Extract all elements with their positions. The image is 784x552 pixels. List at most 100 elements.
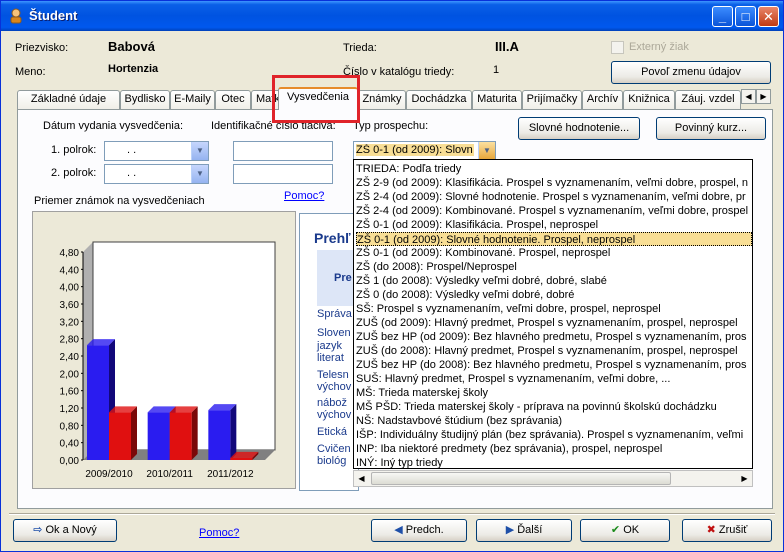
chevron-down-icon[interactable]: ▼: [191, 142, 208, 160]
scrollbar-thumb[interactable]: [371, 472, 671, 485]
dalsi-button[interactable]: ▶ Ďalší: [476, 519, 572, 542]
dropdown-option[interactable]: INÝ: Iný typ triedy: [356, 456, 752, 468]
dropdown-option[interactable]: SŠ: Prospel s vyznamenaním, veľmi dobre,…: [356, 302, 752, 316]
ident-cislo1-input[interactable]: [233, 141, 333, 161]
tab-scroll-right-button[interactable]: ▶: [756, 89, 771, 104]
web-preview-line: Etická: [317, 426, 347, 438]
polrok2-date-picker[interactable]: . . ▼: [104, 164, 209, 184]
povol-zmenu-button[interactable]: Povoľ zmenu údajov: [611, 61, 771, 84]
dropdown-option[interactable]: IŠP: Individuálny študijný plán (bez spr…: [356, 428, 752, 442]
y-tick-label: 4,40: [60, 265, 80, 276]
ident-cislo2-input[interactable]: [233, 164, 333, 184]
dropdown-option[interactable]: ZŠ 0-1 (od 2009): Klasifikácia. Prospel,…: [356, 218, 752, 232]
dropdown-option[interactable]: TRIEDA: Podľa triedy: [356, 162, 752, 176]
dropdown-option[interactable]: SUŠ: Hlavný predmet, Prospel s vyznamena…: [356, 372, 752, 386]
dropdown-option[interactable]: ZŠ 2-9 (od 2009): Klasifikácia. Prospel …: [356, 176, 752, 190]
checkmark-icon: ✔: [610, 524, 621, 536]
tab-e-maily[interactable]: E-Maily: [170, 90, 215, 109]
web-preview-line: nábož: [317, 397, 347, 409]
tab-scroll-left-button[interactable]: ◀: [741, 89, 756, 104]
arrow-left-icon[interactable]: ◀: [354, 471, 369, 486]
y-tick-label: 2,00: [60, 369, 80, 380]
externy-ziak-label: Externý žiak: [629, 41, 689, 53]
close-icon: ✕: [763, 9, 774, 24]
dropdown-option[interactable]: ZŠ 0-1 (od 2009): Kombinované. Prospel, …: [356, 246, 752, 260]
close-button[interactable]: ✕: [758, 6, 779, 27]
dropdown-option[interactable]: MŠ PŠD: Trieda materskej školy - príprav…: [356, 400, 752, 414]
dropdown-option[interactable]: ZŠ 2-4 (od 2009): Slovné hodnotenie. Pro…: [356, 190, 752, 204]
polrok1-label: 1. polrok:: [51, 144, 97, 156]
ok-a-novy-button[interactable]: ⇨ Ok a Nový: [13, 519, 117, 542]
previous-arrow-icon: ◀: [394, 524, 403, 536]
arrow-right-icon[interactable]: ▶: [737, 471, 752, 486]
tab-bydlisko[interactable]: Bydlisko: [120, 90, 170, 109]
dropdown-option[interactable]: ZUŠ bez HP (do 2008): Bez hlavného predm…: [356, 358, 752, 372]
typ-prospechu-dropdown-list[interactable]: TRIEDA: Podľa triedy ZŠ 2-9 (od 2009): Kl…: [353, 159, 753, 469]
pomoc-footer-link[interactable]: Pomoc?: [199, 527, 239, 539]
dropdown-option[interactable]: NŠ: Nadstavbové štúdium (bez správania): [356, 414, 752, 428]
predch-label: Predch.: [405, 524, 444, 536]
dropdown-option[interactable]: INP: Iba niektoré predmety (bez správani…: [356, 442, 752, 456]
dropdown-option[interactable]: ZŠ 0-1 (od 2009): Slovné hodnotenie. Pro…: [356, 232, 752, 246]
web-preview-title: Prehľ: [314, 230, 351, 246]
ok-button[interactable]: ✔ OK: [580, 519, 670, 542]
predch-button[interactable]: ◀ Predch.: [371, 519, 467, 542]
window-title: Študent: [29, 8, 78, 23]
tab-kniznica[interactable]: Knižnica: [623, 90, 675, 109]
tab-zakladne-udaje[interactable]: Základné údaje: [17, 90, 120, 109]
polrok1-date-picker[interactable]: . . ▼: [104, 141, 209, 161]
web-preview-line: Telesn: [317, 369, 349, 381]
tab-prijimacky[interactable]: Prijímačky: [522, 90, 582, 109]
dropdown-option[interactable]: ZŠ (do 2008): Prospel/Neprospel: [356, 260, 752, 274]
pomoc-link[interactable]: Pomoc?: [284, 190, 324, 202]
arrow-icon: ⇨: [33, 524, 43, 536]
tab-zaujmove-vzdelavanie[interactable]: Záuj. vzdel: [675, 90, 741, 109]
tab-archiv[interactable]: Archív: [582, 90, 623, 109]
priemer-znamok-label: Priemer známok na vysvedčeniach: [34, 195, 205, 207]
y-tick-label: 1,60: [60, 387, 80, 398]
chevron-down-icon[interactable]: ▼: [478, 142, 495, 160]
zrusit-button[interactable]: ✖ Zrušiť: [682, 519, 772, 542]
title-bar[interactable]: Študent _ □ ✕: [1, 1, 783, 31]
maximize-icon: □: [741, 9, 750, 24]
katalog-value: 1: [493, 64, 500, 76]
externy-ziak-checkbox[interactable]: [611, 41, 624, 54]
tab-otec[interactable]: Otec: [215, 90, 251, 109]
zrusit-label: Zrušiť: [718, 524, 748, 536]
dropdown-horizontal-scrollbar[interactable]: ◀ ▶: [353, 470, 753, 487]
maximize-button[interactable]: □: [735, 6, 756, 27]
typ-prospechu-select[interactable]: ZŠ 0-1 (od 2009): Slovn ▼: [353, 141, 496, 161]
trieda-value: III.A: [495, 39, 519, 54]
tab-maturita[interactable]: Maturita: [472, 90, 522, 109]
typ-prospechu-value: ZŠ 0-1 (od 2009): Slovn: [356, 144, 474, 156]
tab-znamky[interactable]: Známky: [358, 90, 406, 109]
minimize-icon: _: [718, 9, 727, 24]
minimize-button[interactable]: _: [712, 6, 733, 27]
dropdown-option[interactable]: ZUŠ bez HP (od 2009): Bez hlavného predm…: [356, 330, 752, 344]
web-preview-header-cell: Pre: [334, 272, 352, 284]
ok-a-novy-label: Ok a Nový: [45, 524, 97, 536]
priezvisko-label: Priezvisko:: [15, 42, 69, 54]
dropdown-option[interactable]: ZUŠ (od 2009): Hlavný predmet, Prospel s…: [356, 316, 752, 330]
x-tick-label: 2011/2012: [207, 469, 254, 480]
povinny-kurz-button[interactable]: Povinný kurz...: [656, 117, 766, 140]
student-app-icon: [10, 8, 22, 24]
typ-prospechu-label: Typ prospechu:: [353, 120, 429, 132]
bar: [109, 412, 131, 460]
dropdown-option[interactable]: MŠ: Trieda materskej školy: [356, 386, 752, 400]
tab-dochadzka[interactable]: Dochádzka: [406, 90, 472, 109]
dropdown-option[interactable]: ZŠ 1 (do 2008): Výsledky veľmi dobré, do…: [356, 274, 752, 288]
cancel-icon: ✖: [706, 524, 716, 536]
y-tick-label: 0,00: [60, 456, 80, 467]
web-preview-line: Sloven: [317, 327, 351, 339]
bar: [230, 457, 253, 460]
slovne-hodnotenie-button[interactable]: Slovné hodnotenie...: [518, 117, 640, 140]
dropdown-option[interactable]: ZŠ 0 (do 2008): Výsledky veľmi dobré, do…: [356, 288, 752, 302]
polrok2-label: 2. polrok:: [51, 167, 97, 179]
priezvisko-value: Babová: [108, 39, 155, 54]
footer-separator: [9, 513, 775, 515]
polrok2-date-value: . .: [127, 167, 137, 179]
dropdown-option[interactable]: ZŠ 2-4 (od 2009): Kombinované. Prospel s…: [356, 204, 752, 218]
dropdown-option[interactable]: ZUŠ (do 2008): Hlavný predmet, Prospel s…: [356, 344, 752, 358]
chevron-down-icon[interactable]: ▼: [191, 165, 208, 183]
